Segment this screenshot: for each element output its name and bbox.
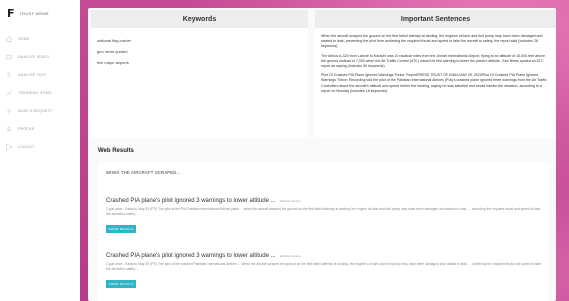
brand-logo[interactable]: F TRUST MEME: [7, 7, 49, 20]
sidebar-item-profile[interactable]: PROFILE: [6, 120, 76, 138]
sidebar-item-label: ANALYZE VIDEO: [18, 55, 49, 59]
profile-icon: [6, 126, 12, 132]
text-icon: [6, 72, 12, 78]
web-result-item: Crashed PIA plane's pilot ignored 3 warn…: [106, 198, 542, 235]
sidebar-item-logout[interactable]: LOGOUT: [6, 138, 76, 156]
important-sentences-list: When the aircraft scraped the ground on …: [315, 28, 556, 104]
important-sentences-panel: Important Sentences When the aircraft sc…: [315, 10, 556, 138]
show-details-button[interactable]: SHOW DETAILS: [106, 279, 136, 288]
web-results-title: Web Results: [98, 148, 134, 154]
brand-letter: F: [7, 7, 15, 20]
video-icon: [6, 54, 12, 60]
sidebar-nav: HOME ANALYZE VIDEO ANALYZE TEXT TRENDING…: [6, 30, 76, 156]
trend-icon: [6, 90, 12, 96]
keyword-item: geo news quoted: [97, 49, 128, 54]
keyword-item: five major airports: [97, 60, 129, 65]
web-result-item: Crashed PIA plane's pilot ignored 3 warn…: [106, 253, 542, 290]
sidebar-item-request[interactable]: MAKE A REQUEST: [6, 102, 76, 120]
result-title[interactable]: Crashed PIA plane's pilot ignored 3 warn…: [106, 253, 542, 259]
sidebar-item-trending[interactable]: TRENDING ITEMS: [6, 84, 76, 102]
important-sentence: When the aircraft scraped the ground on …: [321, 34, 543, 49]
query-text: WHEN THE AIRCRAFT SCRAPED...: [106, 170, 181, 175]
result-snippet: 2 gun ance - Karachi, May 25 (PTI) The p…: [106, 262, 542, 271]
sidebar-item-label: ANALYZE TEXT: [18, 73, 47, 77]
keywords-heading: Keywords: [91, 10, 308, 28]
sidebar-item-analyze-text[interactable]: ANALYZE TEXT: [6, 66, 76, 84]
result-source: Website Source: [279, 254, 301, 258]
sidebar-item-label: TRENDING ITEMS: [18, 91, 52, 95]
sidebar-item-label: MAKE A REQUEST: [18, 109, 53, 113]
important-sentence: The Airbus A-320 from Lahore to Karachi …: [321, 53, 545, 69]
brand-name: TRUST MEME: [19, 11, 49, 16]
result-snippet: 2 gun ance - Karachi, May 25 (PTI) The p…: [106, 207, 541, 216]
keywords-panel: Keywords national flag carrier geo news …: [91, 10, 308, 138]
main-content: Keywords national flag carrier geo news …: [88, 8, 556, 301]
important-sentences-heading: Important Sentences: [315, 10, 556, 28]
result-source: Website Source: [279, 199, 301, 203]
keyword-item: national flag carrier: [97, 38, 132, 43]
keywords-list: national flag carrier geo news quoted fi…: [91, 28, 308, 75]
sidebar-item-analyze-video[interactable]: ANALYZE VIDEO: [6, 48, 76, 66]
request-icon: [6, 108, 12, 114]
sidebar-item-label: LOGOUT: [18, 145, 35, 149]
sidebar-item-label: PROFILE: [18, 127, 35, 131]
sidebar-item-label: HOME: [18, 37, 30, 41]
important-sentence: Pilot Of Crashed PIA Plane Ignored Warni…: [321, 73, 547, 93]
sidebar-item-home[interactable]: HOME: [6, 30, 76, 48]
sidebar: F TRUST MEME HOME ANALYZE VIDEO ANALYZE …: [0, 0, 80, 301]
show-details-button[interactable]: SHOW DETAILS: [106, 224, 136, 233]
home-icon: [6, 36, 12, 42]
result-title[interactable]: Crashed PIA plane's pilot ignored 3 warn…: [106, 198, 542, 204]
web-results-panel: WHEN THE AIRCRAFT SCRAPED... Crashed PIA…: [98, 162, 548, 301]
result-title-text[interactable]: Crashed PIA plane's pilot ignored 3 warn…: [106, 253, 276, 259]
logout-icon: [6, 144, 12, 150]
result-title-text[interactable]: Crashed PIA plane's pilot ignored 3 warn…: [106, 198, 276, 204]
